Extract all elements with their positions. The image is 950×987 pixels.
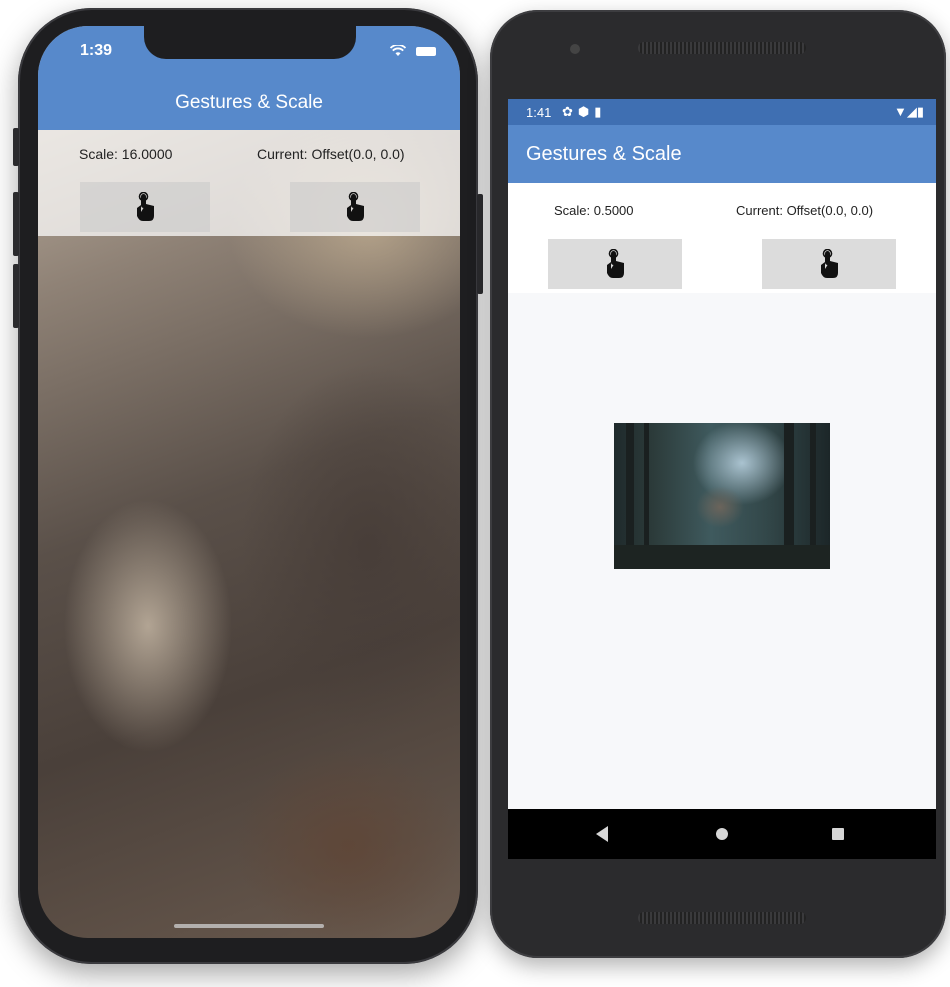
touch-icon — [137, 192, 154, 221]
android-status-time: 1:41 — [526, 105, 552, 120]
forest-floor — [614, 545, 830, 569]
ios-app-bar: 1:39 Gestures & Scale — [38, 26, 460, 130]
touch-icon — [821, 249, 838, 278]
android-scale-button[interactable] — [548, 239, 682, 289]
wifi-icon: ▼ — [893, 104, 907, 119]
android-scale-label: Scale: 0.5000 — [554, 203, 634, 218]
ios-controls-panel: Scale: 16.0000 Current: Offset(0.0, 0.0) — [38, 130, 460, 236]
android-status-left-icons: ✿⬢▮ — [562, 104, 606, 120]
android-top-speaker — [638, 42, 806, 54]
iphone-volume-down-button — [13, 264, 19, 328]
android-controls-panel: Scale: 0.5000 Current: Offset(0.0, 0.0) — [508, 183, 936, 293]
iphone-volume-up-button — [13, 192, 19, 256]
touch-icon — [607, 249, 624, 278]
ios-home-indicator[interactable] — [174, 924, 324, 928]
android-status-bar: 1:41 ✿⬢▮ ▼◢▮ — [508, 99, 936, 125]
android-navigation-bar — [508, 809, 936, 859]
android-app-bar: Gestures & Scale — [508, 125, 936, 183]
battery-icon: ▮ — [916, 104, 924, 119]
sd-card-icon: ▮ — [594, 104, 607, 119]
signal-icon: ◢ — [906, 104, 917, 119]
iphone-power-button — [477, 194, 483, 294]
iphone-notch — [144, 26, 356, 59]
wifi-icon — [389, 42, 410, 58]
android-status-right-icons: ▼◢▮ — [894, 104, 924, 120]
shield-icon: ⬢ — [577, 104, 595, 119]
ios-status-icons — [389, 42, 436, 58]
ios-offset-label: Current: Offset(0.0, 0.0) — [257, 146, 405, 162]
ios-status-time: 1:39 — [80, 42, 113, 59]
ios-scale-button[interactable] — [80, 182, 210, 232]
android-offset-label: Current: Offset(0.0, 0.0) — [736, 203, 874, 218]
battery-icon — [416, 46, 436, 56]
settings-icon: ✿ — [562, 104, 578, 119]
ios-app-title: Gestures & Scale — [175, 92, 323, 113]
android-screen: 1:41 ✿⬢▮ ▼◢▮ Gestures & Scale Scale: 0.5… — [508, 99, 936, 859]
ios-scale-label: Scale: 16.0000 — [79, 146, 173, 162]
iphone-screen: 1:39 Gestures & Scale Scale: 16.0000 Cur… — [38, 26, 460, 938]
android-front-camera — [570, 44, 580, 54]
android-bottom-speaker — [638, 912, 806, 924]
android-app-title: Gestures & Scale — [526, 143, 682, 165]
ios-offset-button[interactable] — [290, 182, 420, 232]
home-icon[interactable] — [716, 828, 728, 840]
touch-icon — [347, 192, 364, 221]
android-offset-button[interactable] — [762, 239, 896, 289]
iphone-mute-switch — [13, 128, 19, 166]
scaled-elephant-image[interactable] — [614, 423, 830, 569]
recents-icon[interactable] — [832, 828, 844, 840]
back-icon[interactable] — [596, 826, 608, 842]
